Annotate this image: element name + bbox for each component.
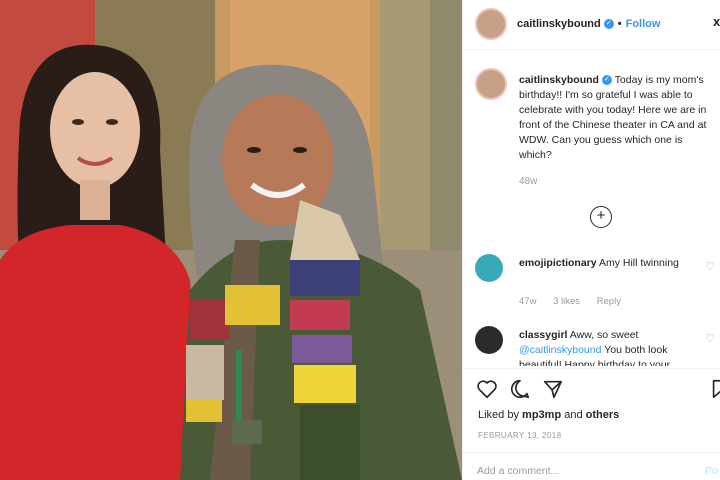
commenter-avatar[interactable] (475, 326, 503, 354)
post-photo-illustration (0, 0, 462, 480)
post-photo[interactable] (0, 0, 462, 480)
bookmark-icon[interactable] (709, 378, 720, 400)
separator-dot: • (617, 18, 622, 30)
liked-by-others[interactable]: others (586, 409, 620, 421)
verified-badge-icon: ✓ (601, 75, 612, 86)
caption-text: Today is my mom's birthday!! I'm so grat… (519, 74, 707, 161)
liked-by-user[interactable]: mp3mp (522, 409, 561, 421)
add-comment-bar: Add a comment... Po (463, 452, 720, 480)
post-header: caitlinskybound ✓ • Follow x (463, 0, 720, 50)
paper-plane-icon[interactable] (542, 378, 564, 400)
author-username[interactable]: caitlinskybound (517, 18, 601, 30)
heart-icon[interactable] (476, 378, 498, 400)
commenter-avatar[interactable] (475, 254, 503, 282)
caption-text-block: caitlinskybound ✓ Today is my mom's birth… (519, 73, 713, 163)
liked-by-line: Liked by mp3mp and others (478, 409, 619, 421)
comment-like-heart-icon[interactable]: ♡ (705, 260, 715, 273)
comment-like-heart-icon[interactable]: ♡ (705, 332, 715, 345)
post-comment-button[interactable]: Po (705, 465, 718, 477)
comment-age[interactable]: 47w (519, 296, 536, 307)
verified-badge-icon: ✓ (603, 19, 614, 30)
speech-bubble-icon[interactable] (509, 378, 531, 400)
reply-button[interactable]: Reply (597, 296, 621, 307)
instagram-post-view: caitlinskybound ✓ • Follow x caitlinskyboun… (0, 0, 720, 480)
post-date[interactable]: FEBRUARY 13, 2018 (478, 431, 561, 440)
comment-likes[interactable]: 3 likes (553, 296, 580, 307)
commenter-username[interactable]: classygirl (519, 329, 567, 341)
comment-meta: 47w 3 likes Reply (519, 296, 635, 307)
author-line: caitlinskybound ✓ • Follow (517, 18, 660, 30)
post-detail-panel: caitlinskybound ✓ • Follow x caitlinskyboun… (462, 0, 720, 480)
comment-text: Aww, so sweet (569, 329, 639, 341)
plus-circle-icon: + (596, 207, 606, 224)
comment-text: Amy Hill twinning (598, 257, 679, 269)
caption-username[interactable]: caitlinskybound (519, 74, 599, 86)
comment-body: classygirl Aww, so sweet @caitlinskyboun… (519, 328, 699, 366)
add-comment-input[interactable]: Add a comment... (477, 465, 559, 477)
author-avatar[interactable] (475, 8, 507, 40)
caption-age[interactable]: 48w (519, 176, 537, 187)
comment-mention[interactable]: @caitlinskybound (519, 344, 601, 356)
comment-body: emojipictionary Amy Hill twinning (519, 256, 699, 271)
liked-by-and: and (564, 409, 583, 421)
commenter-username[interactable]: emojipictionary (519, 257, 597, 269)
load-more-comments-button[interactable]: + (590, 206, 612, 228)
liked-by-prefix: Liked by (478, 409, 519, 421)
more-options-icon[interactable]: x (713, 14, 720, 29)
follow-button[interactable]: Follow (626, 18, 661, 30)
caption-avatar[interactable] (475, 68, 507, 100)
